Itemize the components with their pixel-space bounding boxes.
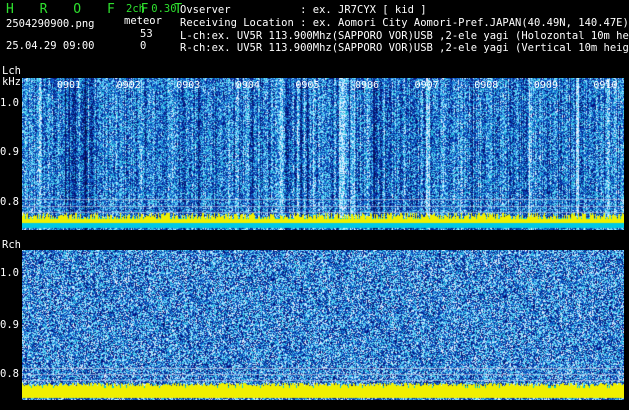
rch-ytick-1: 1.0	[0, 267, 19, 279]
meteor-count-l: 53	[140, 28, 153, 40]
time-tick: 0904	[235, 80, 260, 91]
observer-line: Ovserver : ex. JR7CYX [ kid ]	[180, 4, 427, 16]
rch-spectrogram	[22, 250, 624, 400]
time-tick: 0908	[474, 80, 499, 91]
rch-label: Rch	[2, 239, 21, 251]
time-tick: 0905	[295, 80, 320, 91]
lch-ytick-1: 1.0	[0, 97, 19, 109]
time-tick: 0906	[355, 80, 380, 91]
filename-label: 2504290900.png	[6, 18, 95, 30]
lch-unit: kHz	[2, 76, 21, 88]
meteor-count-r: 0	[140, 40, 147, 52]
time-tick: 0901	[57, 80, 82, 91]
rch-ytick-2: 0.9	[0, 319, 19, 331]
lch-info-line: L-ch:ex. UV5R 113.900Mhz(SAPPORO VOR)USB…	[180, 30, 629, 42]
time-tick: 0910	[593, 80, 618, 91]
rch-ytick-3: 0.8	[0, 368, 19, 380]
time-tick: 0903	[176, 80, 201, 91]
location-line: Receiving Location : ex. Aomori City Aom…	[180, 17, 629, 29]
lch-spectrogram	[22, 78, 624, 230]
version-label: 2ch 0.30	[126, 3, 177, 15]
lch-ytick-3: 0.8	[0, 196, 19, 208]
lch-ytick-2: 0.9	[0, 146, 19, 158]
time-tick: 0909	[533, 80, 558, 91]
datetime-label: 25.04.29 09:00	[6, 40, 95, 52]
time-tick: 0902	[116, 80, 141, 91]
rch-info-line: R-ch:ex. UV5R 113.900Mhz(SAPPORO VOR)USB…	[180, 42, 629, 54]
time-tick: 0907	[414, 80, 439, 91]
meteor-label: meteor	[124, 15, 162, 27]
